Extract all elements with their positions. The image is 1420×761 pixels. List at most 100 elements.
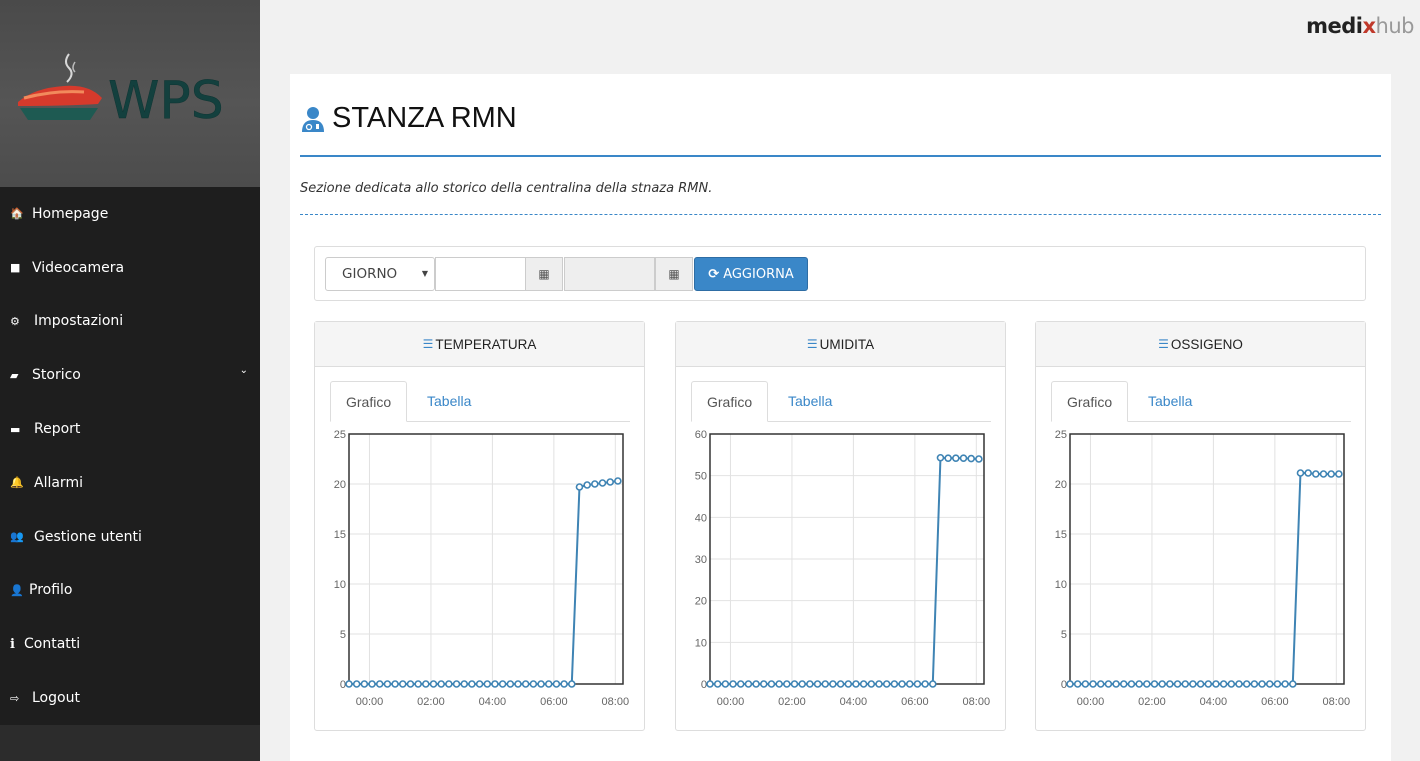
list-icon: ☰ bbox=[806, 337, 818, 351]
data-point bbox=[398, 680, 407, 688]
data-point bbox=[882, 680, 891, 688]
page-title-text: STANZA RMN bbox=[332, 102, 517, 134]
x-tick-label: 02:00 bbox=[778, 696, 806, 708]
x-tick-label: 00:00 bbox=[356, 696, 384, 708]
caret-down-icon: ▼ bbox=[421, 269, 428, 278]
data-point bbox=[514, 680, 522, 688]
data-point bbox=[1296, 469, 1305, 477]
user-icon: 👤 bbox=[10, 583, 24, 597]
calendar-icon[interactable]: ▦ bbox=[655, 257, 693, 291]
data-point bbox=[475, 680, 484, 688]
data-point bbox=[1281, 680, 1289, 688]
wps-logo: WPS bbox=[18, 53, 224, 130]
series-line bbox=[349, 480, 619, 685]
line-chart: 0 10 20 30 40 50 60 00:00 02:00 04:00 06:00 08:00 bbox=[695, 429, 990, 708]
data-point bbox=[921, 680, 929, 688]
y-tick-label: 5 bbox=[1061, 629, 1067, 641]
users-icon: 👥 bbox=[10, 530, 24, 544]
chart-card-ossigeno: ☰ OSSIGENO Grafico Tabella 0 5 10 15 20 25 00:… bbox=[1035, 321, 1366, 731]
date-to-input[interactable] bbox=[564, 257, 655, 291]
calendar-icon[interactable]: ▦ bbox=[525, 257, 563, 291]
x-tick-label: 04:00 bbox=[1200, 696, 1228, 708]
data-point bbox=[875, 680, 883, 688]
card-header: ☰ UMIDITA bbox=[676, 322, 1005, 367]
sidebar-item-label: Allarmi bbox=[34, 474, 83, 491]
sidebar-item-contatti[interactable]: i Contatti bbox=[0, 617, 260, 671]
data-point bbox=[1081, 680, 1090, 688]
sidebar-item-label: Logout bbox=[32, 690, 80, 707]
user-md-icon bbox=[302, 106, 324, 132]
data-point bbox=[537, 680, 545, 688]
data-point bbox=[744, 680, 753, 688]
x-tick-label: 02:00 bbox=[417, 696, 445, 708]
data-point bbox=[1288, 680, 1297, 688]
y-tick-label: 10 bbox=[334, 579, 346, 591]
sidebar-item-storico[interactable]: ▰ Storico ⌄ bbox=[0, 348, 260, 402]
x-tick-label: 00:00 bbox=[1077, 696, 1105, 708]
data-point bbox=[898, 680, 906, 688]
y-tick-label: 20 bbox=[334, 479, 346, 491]
sidebar-item-label: Report bbox=[34, 421, 81, 438]
x-tick-label: 04:00 bbox=[479, 696, 507, 708]
date-from-input[interactable] bbox=[435, 257, 526, 291]
sidebar-item-label: Videocamera bbox=[32, 259, 125, 276]
filter-bar: GIORNO ▼ ▦ ▦ ⟳ AGGIORNA bbox=[314, 246, 1366, 301]
sidebar: WPS 🏠 Homepage ■ Videocamera ⚙ Impostazi… bbox=[0, 0, 260, 761]
data-point bbox=[606, 478, 614, 486]
plot-frame bbox=[348, 433, 624, 685]
data-point bbox=[391, 680, 399, 688]
data-point bbox=[952, 454, 960, 462]
data-point bbox=[1135, 680, 1143, 688]
period-select[interactable]: GIORNO ▼ bbox=[325, 257, 435, 291]
tab-tabella[interactable]: Tabella bbox=[1133, 381, 1207, 422]
y-tick-label: 40 bbox=[695, 512, 707, 524]
x-tick-label: 08:00 bbox=[602, 696, 630, 708]
data-point bbox=[614, 477, 622, 485]
data-point bbox=[414, 680, 422, 688]
data-point bbox=[383, 680, 392, 688]
sidebar-item-allarmi[interactable]: 🔔 Allarmi bbox=[0, 456, 260, 510]
data-point bbox=[967, 454, 975, 463]
data-point bbox=[1273, 680, 1282, 688]
tab-tabella[interactable]: Tabella bbox=[773, 381, 847, 422]
tab-grafico[interactable]: Grafico bbox=[691, 381, 769, 422]
tab-grafico[interactable]: Grafico bbox=[1051, 381, 1129, 422]
data-point bbox=[1204, 680, 1213, 688]
data-point bbox=[1096, 680, 1105, 688]
sidebar-item-label: Gestione utenti bbox=[34, 528, 142, 545]
y-tick-label: 25 bbox=[1055, 429, 1067, 441]
data-point bbox=[468, 680, 476, 688]
data-point bbox=[890, 680, 899, 688]
sidebar-item-logout[interactable]: ⇨ Logout bbox=[0, 671, 260, 725]
data-point bbox=[1158, 680, 1166, 688]
series-line bbox=[1070, 472, 1339, 685]
chevron-down-icon: ⌄ bbox=[239, 365, 248, 377]
data-point bbox=[1312, 470, 1320, 478]
data-point bbox=[437, 680, 445, 688]
x-tick-label: 08:00 bbox=[1323, 696, 1351, 708]
data-point bbox=[1127, 680, 1136, 688]
sidebar-item-impostazioni[interactable]: ⚙ Impostazioni bbox=[0, 295, 260, 349]
sidebar-item-profilo[interactable]: 👤 Profilo bbox=[0, 564, 260, 618]
data-point bbox=[1319, 470, 1328, 478]
x-tick-label: 00:00 bbox=[717, 696, 745, 708]
tab-grafico[interactable]: Grafico bbox=[330, 381, 408, 422]
data-point bbox=[1227, 680, 1236, 688]
data-point bbox=[729, 680, 737, 688]
data-point bbox=[1143, 680, 1151, 688]
data-point bbox=[1196, 680, 1205, 688]
page-description: Sezione dedicata allo storico della cent… bbox=[300, 181, 713, 196]
y-tick-label: 15 bbox=[334, 529, 346, 541]
y-tick-label: 25 bbox=[334, 429, 346, 441]
series-line bbox=[710, 456, 979, 685]
data-point bbox=[736, 680, 745, 688]
sidebar-item-homepage[interactable]: 🏠 Homepage bbox=[0, 187, 260, 241]
sidebar-item-report[interactable]: ▬ Report bbox=[0, 402, 260, 456]
refresh-button[interactable]: ⟳ AGGIORNA bbox=[694, 257, 808, 291]
data-point bbox=[806, 680, 814, 688]
data-point bbox=[583, 481, 591, 489]
sidebar-item-label: Profilo bbox=[29, 582, 73, 599]
sidebar-item-videocamera[interactable]: ■ Videocamera bbox=[0, 241, 260, 295]
sidebar-item-gestione-utenti[interactable]: 👥 Gestione utenti bbox=[0, 510, 260, 564]
tab-tabella[interactable]: Tabella bbox=[412, 381, 486, 422]
